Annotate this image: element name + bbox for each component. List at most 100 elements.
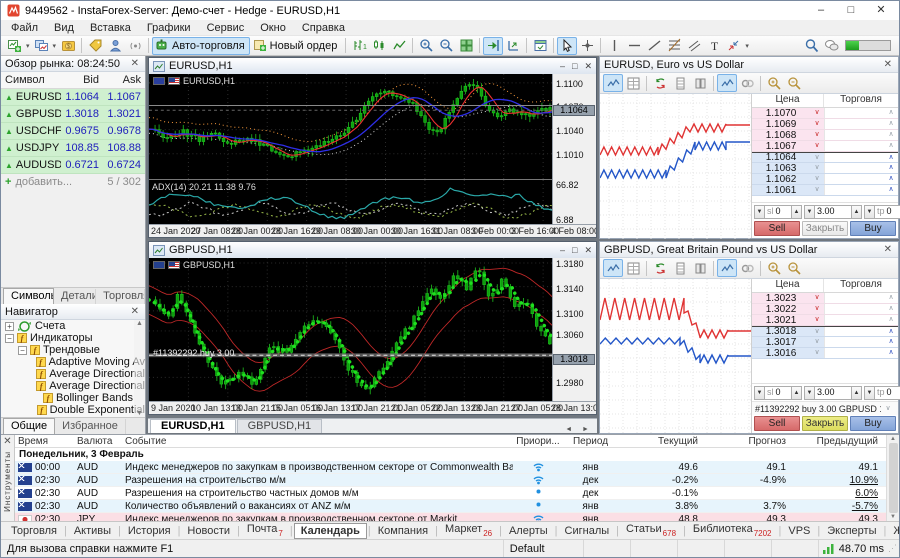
buy-chevron-icon[interactable]: ∧ [884, 185, 898, 195]
us-flag-icon[interactable] [168, 77, 180, 85]
mw-tab-1[interactable]: Детали [54, 289, 96, 304]
trade-cell[interactable]: ∧ [824, 293, 898, 303]
spin-down-icon[interactable]: ▼ [864, 205, 875, 219]
crosshair-button[interactable] [577, 37, 597, 55]
strategy-tester-button[interactable] [530, 37, 550, 55]
trade-cell[interactable]: ∧ [824, 108, 898, 118]
bottom-tab-2[interactable]: История [122, 524, 177, 538]
calendar-event-row[interactable]: 00:00AUDИндекс менеджеров по закупкам в … [15, 461, 886, 474]
bid-row[interactable]: 1.1061∨∧ [752, 185, 898, 196]
col-bid[interactable]: Bid [61, 74, 103, 86]
chart-close-button[interactable]: ✕ [584, 245, 592, 256]
close-button[interactable]: Закрыть [802, 416, 848, 431]
zoom-in-button[interactable] [416, 37, 436, 55]
resize-grip[interactable]: ⋰ [888, 543, 899, 554]
refresh-button[interactable] [650, 74, 670, 92]
data-window-button[interactable] [105, 37, 125, 55]
collapse-icon[interactable]: − [18, 346, 27, 355]
market-watch-row[interactable]: ▲USDCHF0.96750.9678 [1, 123, 145, 140]
event-previous[interactable]: 49.3 [794, 514, 886, 522]
search-button[interactable] [801, 37, 821, 55]
trade-cell[interactable]: ∧ [824, 327, 898, 336]
mw-tab-2[interactable]: Торговля [96, 289, 145, 304]
sell-chevron-icon[interactable]: ∨ [810, 174, 824, 184]
calendar-scrollbar[interactable]: ▲ ▼ [886, 435, 899, 521]
channel-button[interactable] [684, 37, 704, 55]
volume-stepper-value[interactable]: 3.00 [815, 386, 851, 400]
sell-button[interactable]: Sell [754, 416, 800, 431]
tile-windows-button[interactable] [456, 37, 476, 55]
eurusd-main-chart[interactable] [149, 74, 552, 179]
bid-row[interactable]: 1.3018∨∧ [752, 326, 898, 337]
navigator-close-icon[interactable]: ✕ [129, 306, 141, 317]
bottom-tab-6[interactable]: Компания [372, 524, 434, 538]
buy-chevron-icon[interactable]: ∧ [884, 315, 898, 325]
buy-chevron-icon[interactable]: ∧ [884, 130, 898, 140]
sell-chevron-icon[interactable]: ∨ [810, 130, 824, 140]
bottom-tab-12[interactable]: VPS [782, 524, 816, 538]
calendar-col-header[interactable]: Приори... [513, 436, 563, 447]
tree-item[interactable]: fAverage Directional [1, 380, 145, 392]
ask-row[interactable]: 1.1070∨∧ [752, 108, 898, 119]
zoomout-y-button[interactable] [784, 74, 804, 92]
menu-5[interactable]: Окно [252, 22, 294, 34]
buy-button[interactable]: Buy [850, 221, 896, 236]
spin-up-icon[interactable]: ▲ [851, 205, 862, 219]
circles-button[interactable] [737, 259, 757, 277]
bid-row[interactable]: 1.3016∨∧ [752, 348, 898, 359]
bottom-tab-14[interactable]: Журнал [887, 524, 899, 538]
scroll-thumb[interactable] [889, 443, 898, 513]
nav-tab-1[interactable]: Избранное [55, 419, 126, 434]
trade-cell[interactable]: ∧ [824, 141, 898, 151]
dropdown-caret-icon[interactable]: ▾ [53, 42, 57, 50]
zoom-out-button[interactable] [436, 37, 456, 55]
menu-1[interactable]: Вид [46, 22, 82, 34]
line-chart-button[interactable] [389, 37, 409, 55]
ladder-button[interactable] [670, 74, 690, 92]
community-button[interactable] [821, 37, 841, 55]
ask-row[interactable]: 1.3022∨∧ [752, 304, 898, 315]
trade-cell[interactable]: ∧ [824, 119, 898, 129]
trade-cell[interactable]: ∧ [824, 304, 898, 314]
bid-row[interactable]: 1.1062∨∧ [752, 174, 898, 185]
chart-tab-scroll-icons[interactable]: ◄ ► [561, 426, 597, 433]
bid-row[interactable]: 1.1063∨∧ [752, 163, 898, 174]
ask-row[interactable]: 1.3021∨∧ [752, 315, 898, 326]
chart-tab-1[interactable]: GBPUSD,H1 [237, 419, 323, 433]
gbpusd-tick-chart[interactable] [600, 279, 752, 433]
chart-maximize-button[interactable]: □ [572, 245, 577, 256]
market-watch-row[interactable]: ▲AUDUSD0.67210.6724 [1, 157, 145, 174]
chart-minimize-button[interactable]: – [560, 245, 565, 256]
tp-stepper-value[interactable]: tp0 [875, 386, 900, 400]
trade-cell[interactable]: ∧ [824, 153, 898, 162]
zoomout-y-button[interactable] [784, 259, 804, 277]
buy-chevron-icon[interactable]: ∧ [884, 327, 898, 337]
shift-chart-button[interactable] [483, 37, 503, 55]
calendar-event-row[interactable]: 02:30AUDКоличество объявлений о вакансия… [15, 500, 886, 513]
bottom-tab-10[interactable]: Статьи678 [620, 522, 682, 538]
sell-chevron-icon[interactable]: ∨ [810, 293, 824, 303]
spin-up-icon[interactable]: ▲ [851, 386, 862, 400]
trade-cell[interactable]: ∧ [824, 130, 898, 140]
buy-chevron-icon[interactable]: ∧ [884, 108, 898, 118]
sell-chevron-icon[interactable]: ∨ [810, 337, 824, 347]
bid-row[interactable]: 1.3017∨∧ [752, 337, 898, 348]
event-previous[interactable]: -5.7% [794, 501, 886, 512]
col-ask[interactable]: Ask [103, 74, 145, 86]
ask-row[interactable]: 1.3023∨∧ [752, 293, 898, 304]
chart-maximize-button[interactable]: □ [572, 61, 577, 72]
vertical-line-button[interactable] [604, 37, 624, 55]
trade-cell[interactable]: ∧ [824, 174, 898, 184]
col-symbol[interactable]: Символ [1, 74, 61, 86]
tickline-button[interactable] [717, 74, 737, 92]
expand-icon[interactable]: + [5, 322, 14, 331]
trade-cell[interactable]: ∧ [824, 163, 898, 173]
bar-chart-button[interactable]: 1 [349, 37, 369, 55]
sell-chevron-icon[interactable]: ∨ [810, 327, 824, 337]
eurusd-price-scale[interactable]: 1.11001.10701.10401.10101.106466.826.88 [552, 74, 596, 224]
bottom-tab-0[interactable]: Торговля [5, 524, 63, 538]
zoomin-y-button[interactable] [764, 74, 784, 92]
trade-cell[interactable]: ∧ [824, 348, 898, 358]
bottom-tab-3[interactable]: Новости [181, 524, 236, 538]
trade-cell[interactable]: ∧ [824, 315, 898, 325]
